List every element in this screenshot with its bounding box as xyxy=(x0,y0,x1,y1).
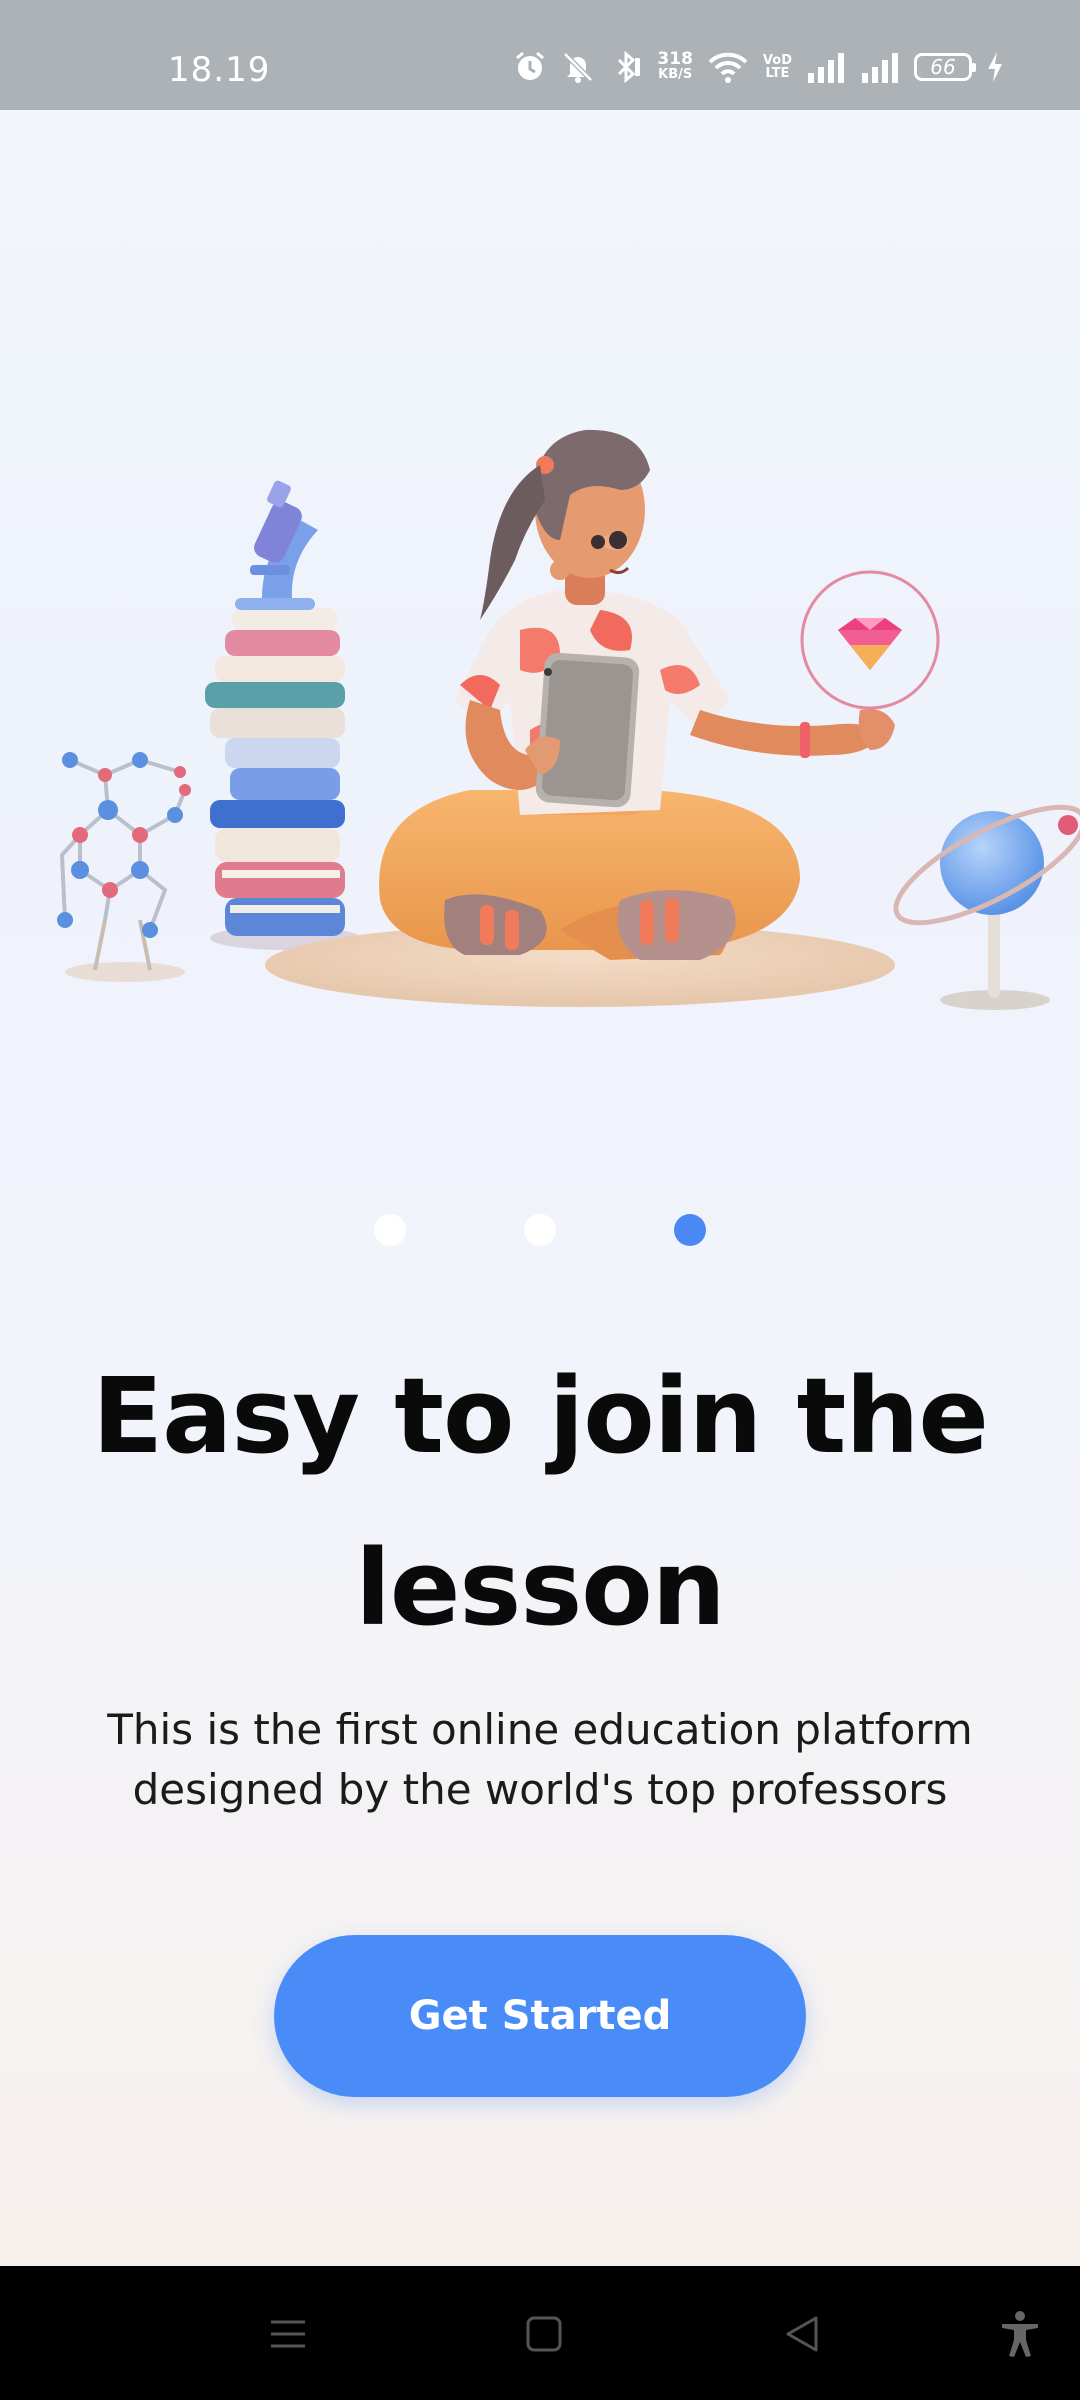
status-bar: 18.19 318 KB/S VoD LTE 66 xyxy=(0,0,1080,110)
charging-icon xyxy=(986,50,1004,84)
wifi-icon xyxy=(707,50,749,84)
page-indicator xyxy=(0,1214,1080,1248)
signal-icon-1 xyxy=(806,51,846,83)
back-icon[interactable] xyxy=(774,2306,830,2362)
page-dot-2[interactable] xyxy=(524,1214,556,1246)
signal-icon-2 xyxy=(860,51,900,83)
onboarding-illustration xyxy=(0,110,1080,1110)
page-dot-3-active[interactable] xyxy=(674,1214,706,1246)
gem-orb xyxy=(800,570,940,710)
status-time: 18.19 xyxy=(168,50,271,90)
home-icon[interactable] xyxy=(516,2306,572,2362)
system-nav-bar xyxy=(0,2266,1080,2400)
network-speed-unit: KB/S xyxy=(658,67,693,82)
bluetooth-icon xyxy=(609,50,643,84)
volte-indicator: VoD LTE xyxy=(763,54,792,80)
mute-icon xyxy=(561,50,595,84)
battery-icon: 66 xyxy=(914,53,976,81)
student-figure xyxy=(379,429,895,960)
page-dot-1[interactable] xyxy=(374,1214,406,1246)
network-speed: 318 KB/S xyxy=(657,51,693,83)
volte-bottom: LTE xyxy=(765,66,790,81)
book-stack xyxy=(205,480,360,950)
molecule-model xyxy=(57,752,191,982)
status-icons: 318 KB/S VoD LTE 66 xyxy=(513,50,1004,84)
network-speed-value: 318 xyxy=(657,49,693,69)
globe-model xyxy=(893,804,1080,1010)
menu-icon[interactable] xyxy=(260,2306,316,2362)
onboarding-subtitle: This is the first online education platf… xyxy=(107,1705,973,1814)
battery-level: 66 xyxy=(930,55,956,79)
get-started-button[interactable]: Get Started xyxy=(274,1935,806,2097)
accessibility-icon[interactable] xyxy=(992,2306,1048,2362)
onboarding-title: Easy to join the lesson xyxy=(92,1355,989,1649)
alarm-icon xyxy=(513,50,547,84)
